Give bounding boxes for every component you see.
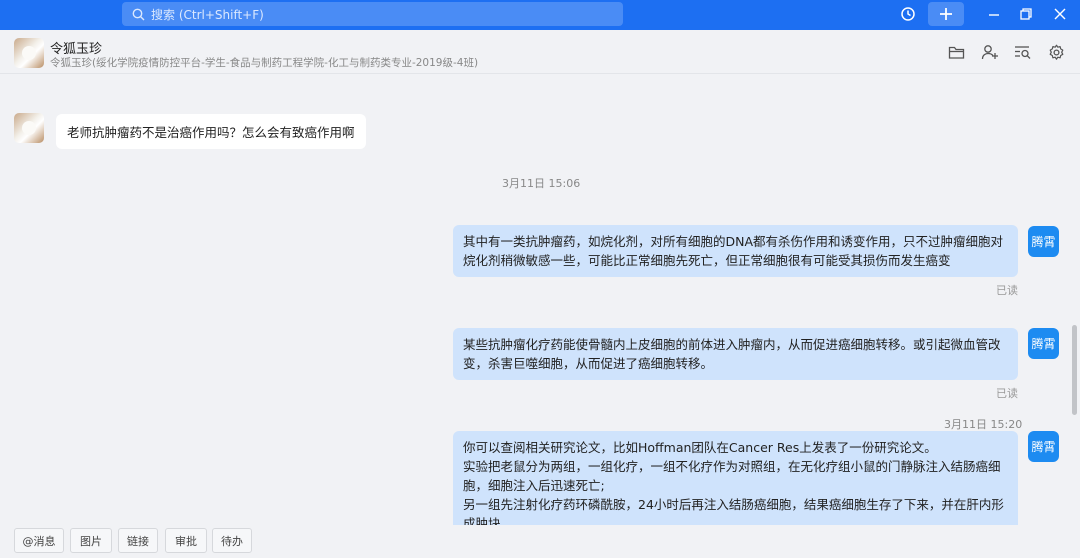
search-icon — [132, 8, 145, 20]
search-placeholder: 搜索 (Ctrl+Shift+F) — [151, 7, 264, 22]
message-line: 你可以查阅相关研究论文，比如Hoffman团队在Cancer Res上发表了一份… — [463, 440, 937, 455]
message-timestamp: 3月11日 15:06 — [502, 177, 581, 190]
contact-avatar[interactable] — [14, 38, 44, 68]
minimize-button[interactable] — [984, 2, 1004, 26]
folder-icon — [948, 46, 964, 59]
sender-badge-avatar[interactable]: 腾霄 — [1028, 226, 1059, 257]
chat-header: 令狐玉珍 令狐玉珍(绥化学院疫情防控平台-学生-食品与制药工程学院-化工与制药类… — [0, 30, 1080, 74]
sender-badge-avatar[interactable]: 腾霄 — [1028, 328, 1059, 359]
add-button[interactable] — [928, 2, 964, 26]
plus-icon — [940, 8, 952, 20]
scrollbar-thumb[interactable] — [1072, 325, 1077, 415]
search-record-icon — [1015, 45, 1031, 59]
message-line: 变，杀害巨噬细胞，从而促进了癌细胞转移。 — [463, 356, 714, 371]
message-line: 成肿块 — [463, 516, 501, 525]
link-button[interactable]: 链接 — [118, 528, 158, 553]
settings-button[interactable] — [1046, 42, 1066, 62]
outgoing-message[interactable]: 你可以查阅相关研究论文，比如Hoffman团队在Cancer Res上发表了一份… — [453, 431, 1018, 525]
message-timestamp: 3月11日 15:20 — [944, 418, 1023, 431]
add-user-icon — [981, 45, 998, 60]
message-list[interactable]: 老师抗肿瘤药不是治癌作用吗？怎么会有致癌作用啊 3月11日 15:06 其中有一… — [0, 75, 1080, 525]
close-button[interactable] — [1048, 2, 1072, 26]
message-line: 另一组先注射化疗药环磷酰胺，24小时后再注入结肠癌细胞，结果癌细胞生存了下来，并… — [463, 497, 1004, 512]
read-status: 已读 — [996, 387, 1018, 400]
approval-button[interactable]: 审批 — [165, 528, 207, 553]
maximize-icon — [1020, 8, 1032, 20]
image-button[interactable]: 图片 — [70, 528, 112, 553]
settings-icon — [1049, 44, 1063, 60]
files-button[interactable] — [946, 42, 966, 62]
incoming-message[interactable]: 老师抗肿瘤药不是治癌作用吗？怎么会有致癌作用啊 — [56, 114, 366, 149]
message-line: 其中有一类抗肿瘤药，如烷化剂，对所有细胞的DNA都有杀伤作用和诱变作用，只不过肿… — [463, 234, 1004, 249]
todo-button[interactable]: 待办 — [212, 528, 252, 553]
outgoing-message[interactable]: 其中有一类抗肿瘤药，如烷化剂，对所有细胞的DNA都有杀伤作用和诱变作用，只不过肿… — [453, 225, 1018, 277]
history-icon — [901, 7, 915, 21]
sender-avatar[interactable] — [14, 113, 44, 143]
search-input[interactable]: 搜索 (Ctrl+Shift+F) — [122, 2, 623, 26]
bottom-toolbar: @消息 图片 链接 审批 待办 — [0, 526, 1080, 558]
sender-badge-avatar[interactable]: 腾霄 — [1028, 431, 1059, 462]
message-line: 胞，细胞注入后迅速死亡; — [463, 478, 605, 493]
message-line: 某些抗肿瘤化疗药能使骨髓内上皮细胞的前体进入肿瘤内，从而促进癌细胞转移。或引起微… — [463, 337, 1001, 352]
message-line: 实验把老鼠分为两组，一组化疗，一组不化疗作为对照组，在无化疗组小鼠的门静脉注入结… — [463, 459, 1001, 474]
close-icon — [1054, 8, 1066, 20]
maximize-button[interactable] — [1016, 2, 1036, 26]
history-button[interactable] — [896, 2, 920, 26]
outgoing-message[interactable]: 某些抗肿瘤化疗药能使骨髓内上皮细胞的前体进入肿瘤内，从而促进癌细胞转移。或引起微… — [453, 328, 1018, 380]
contact-detail: 令狐玉珍(绥化学院疫情防控平台-学生-食品与制药工程学院-化工与制药类专业-20… — [50, 57, 479, 69]
search-history-button[interactable] — [1013, 42, 1033, 62]
minimize-icon — [989, 14, 999, 16]
add-member-button[interactable] — [980, 42, 1000, 62]
message-line: 烷化剂稍微敏感一些，可能比正常细胞先死亡，但正常细胞很有可能受其损伤而发生癌变 — [463, 253, 951, 268]
title-bar: 搜索 (Ctrl+Shift+F) — [0, 0, 1080, 30]
mention-button[interactable]: @消息 — [14, 528, 64, 553]
read-status: 已读 — [996, 284, 1018, 297]
